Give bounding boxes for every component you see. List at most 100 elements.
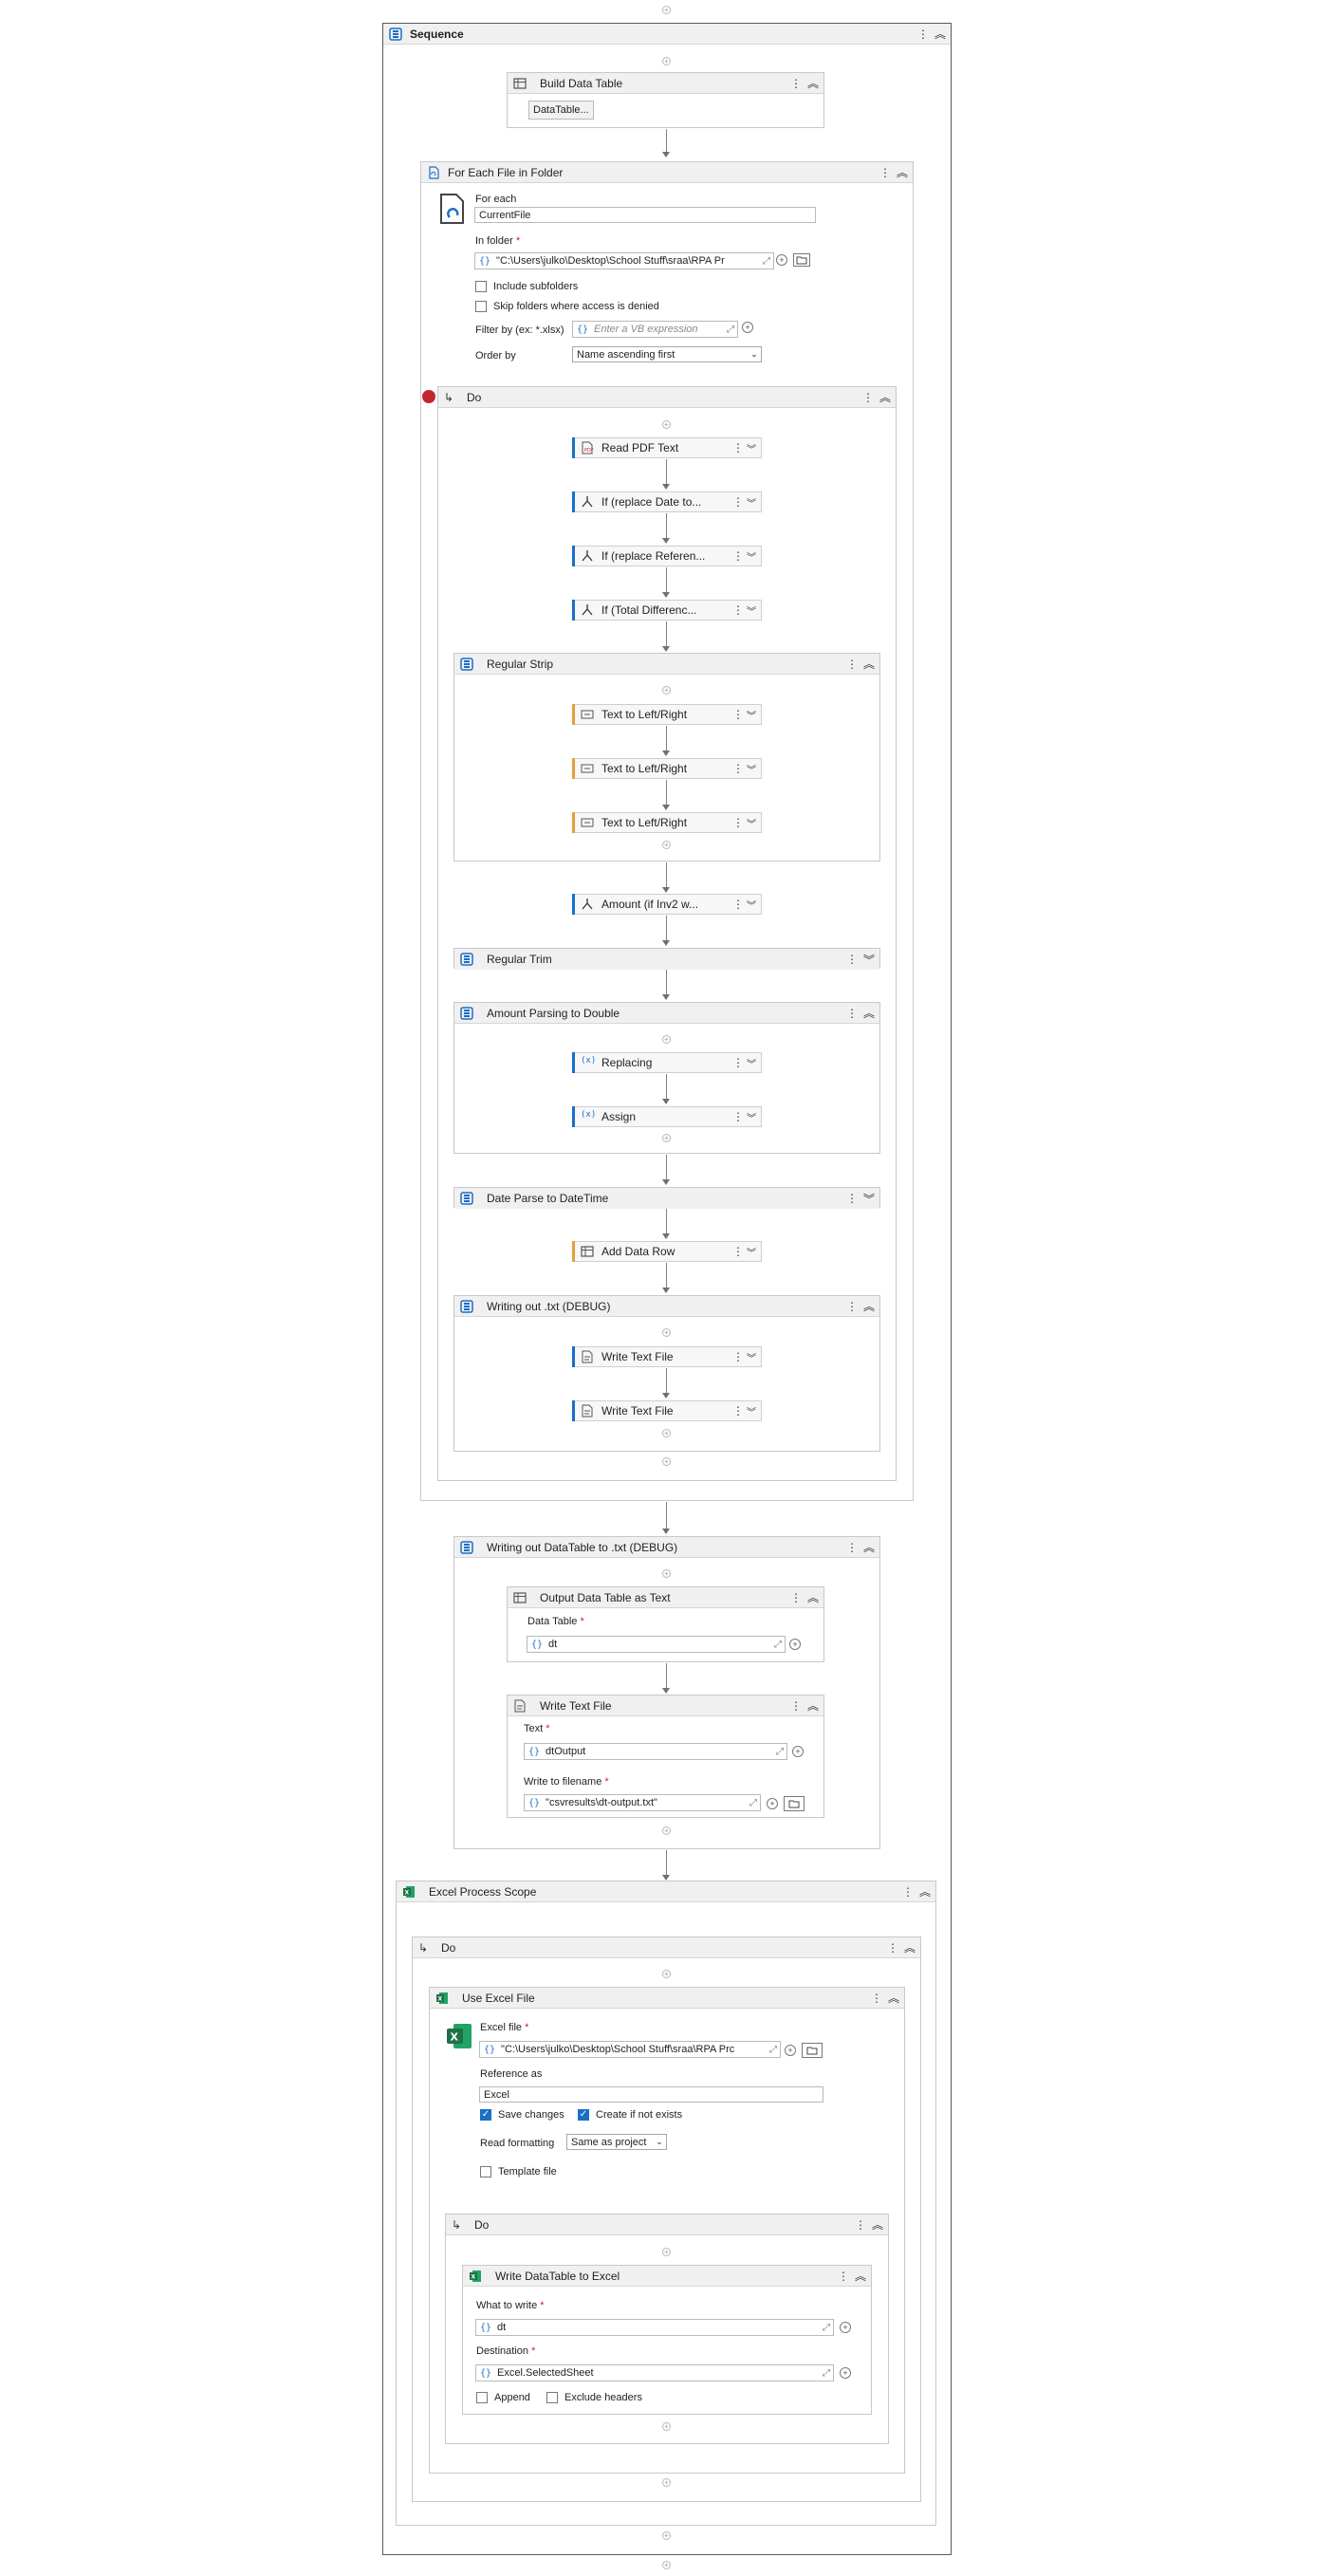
add-icon[interactable]: + [792, 1746, 804, 1757]
expand-icon[interactable]: ︾ [744, 1056, 759, 1070]
expand-icon[interactable]: ︾ [862, 952, 876, 967]
replacing-activity[interactable]: (x) Replacing ⋮ ︾ [572, 1052, 762, 1073]
add-icon[interactable]: + [776, 254, 787, 266]
collapse-icon[interactable]: ︽ [806, 1698, 820, 1714]
kebab-icon[interactable]: ⋮ [886, 1940, 899, 1955]
collapse-icon[interactable]: ︽ [862, 1299, 876, 1314]
add-activity[interactable]: + [662, 1826, 671, 1835]
filename-input[interactable]: {} "csvresults\dt-output.txt" ⤢ [524, 1794, 761, 1811]
if-replace-date-activity[interactable]: If (replace Date to... ⋮ ︾ [572, 491, 762, 512]
collapse-icon[interactable]: ︽ [806, 1590, 820, 1605]
assign-activity[interactable]: (x) Assign ⋮ ︾ [572, 1106, 762, 1127]
collapse-icon[interactable]: ︽ [918, 1884, 932, 1900]
expand-editor-icon[interactable]: ⤢ [771, 1640, 785, 1650]
expand-icon[interactable]: ︾ [744, 1110, 759, 1124]
kebab-icon[interactable]: ⋮ [732, 762, 744, 775]
text-to-left-right-activity[interactable]: Text to Left/Right ⋮ ︾ [572, 812, 762, 833]
expand-icon[interactable]: ︾ [862, 1191, 876, 1206]
append-checkbox[interactable] [476, 2392, 488, 2403]
read-formatting-dropdown[interactable]: Same as project ⌄ [566, 2134, 667, 2150]
collapse-icon[interactable]: ︽ [862, 1006, 876, 1021]
collapse-icon[interactable]: ︽ [862, 657, 876, 672]
add-activity[interactable]: + [662, 1457, 671, 1466]
add-activity-bottom[interactable]: + [662, 2561, 671, 2569]
if-total-difference-activity[interactable]: If (Total Differenc... ⋮ ︾ [572, 600, 762, 621]
add-icon[interactable]: + [767, 1798, 778, 1809]
sequence-collapse-icon[interactable]: ︽ [934, 27, 947, 42]
expand-editor-icon[interactable]: ⤢ [760, 256, 773, 267]
expand-icon[interactable]: ︾ [744, 1404, 759, 1418]
kebab-icon[interactable]: ⋮ [870, 1991, 883, 2006]
write-text-file-activity[interactable]: Write Text File ⋮ ︾ [572, 1400, 762, 1421]
add-activity[interactable]: + [662, 2248, 671, 2256]
kebab-icon[interactable]: ⋮ [789, 1590, 803, 1605]
add-activity[interactable]: + [662, 420, 671, 429]
folder-icon[interactable] [784, 1796, 805, 1811]
add-icon[interactable]: + [840, 2322, 851, 2333]
expand-icon[interactable]: ︾ [744, 1245, 759, 1259]
amount-if-activity[interactable]: Amount (if Inv2 w... ⋮ ︾ [572, 894, 762, 915]
folder-icon[interactable] [793, 253, 810, 267]
kebab-icon[interactable]: ⋮ [732, 495, 744, 509]
date-parse-sequence[interactable]: Date Parse to DateTime ⋮ ︾ [453, 1187, 880, 1209]
expand-icon[interactable]: ︾ [744, 1350, 759, 1364]
folder-icon[interactable] [802, 2043, 823, 2058]
sequence-menu-icon[interactable]: ⋮ [916, 27, 930, 42]
what-to-write-input[interactable]: {} dt ⤢ [475, 2319, 834, 2336]
collapse-icon[interactable]: ︽ [806, 76, 820, 91]
add-icon[interactable]: + [742, 322, 753, 333]
text-input[interactable]: {} dtOutput ⤢ [524, 1743, 787, 1760]
expand-editor-icon[interactable]: ⤢ [767, 2045, 780, 2055]
add-activity[interactable]: + [662, 2531, 671, 2540]
collapse-icon[interactable]: ︽ [879, 390, 892, 405]
read-pdf-text-activity[interactable]: PDF Read PDF Text ⋮ ︾ [572, 437, 762, 458]
text-to-left-right-activity[interactable]: Text to Left/Right ⋮ ︾ [572, 758, 762, 779]
expand-editor-icon[interactable]: ⤢ [724, 324, 737, 335]
inner-do-header[interactable]: ↳ Do ⋮ ︽ [446, 2215, 888, 2235]
reference-input[interactable]: Excel [479, 2086, 823, 2103]
sequence-header[interactable]: Sequence ⋮ ︽ [383, 24, 951, 45]
kebab-icon[interactable]: ⋮ [854, 2217, 867, 2233]
expand-icon[interactable]: ︾ [744, 816, 759, 830]
kebab-icon[interactable]: ⋮ [732, 1404, 744, 1418]
collapse-icon[interactable]: ︽ [862, 1540, 876, 1555]
kebab-icon[interactable]: ⋮ [732, 441, 744, 454]
exclude-headers-checkbox[interactable] [546, 2392, 558, 2403]
breakpoint-icon[interactable] [422, 390, 435, 403]
add-activity-top[interactable]: + [662, 6, 671, 14]
kebab-icon[interactable]: ⋮ [837, 2269, 850, 2284]
expand-icon[interactable]: ︾ [744, 549, 759, 564]
add-activity[interactable]: + [662, 1134, 671, 1142]
add-activity[interactable]: + [662, 57, 671, 65]
expand-editor-icon[interactable]: ⤢ [820, 2323, 833, 2333]
add-icon[interactable]: + [840, 2367, 851, 2379]
if-replace-reference-activity[interactable]: If (replace Referen... ⋮ ︾ [572, 546, 762, 566]
template-file-checkbox[interactable] [480, 2166, 491, 2178]
expand-editor-icon[interactable]: ⤢ [773, 1747, 786, 1757]
regular-trim-sequence[interactable]: Regular Trim ⋮ ︾ [453, 948, 880, 970]
expand-icon[interactable]: ︾ [744, 898, 759, 912]
kebab-icon[interactable]: ⋮ [732, 1245, 744, 1258]
add-activity[interactable]: + [662, 1429, 671, 1437]
collapse-icon[interactable]: ︽ [887, 1991, 900, 2006]
add-activity[interactable]: + [662, 686, 671, 695]
expand-icon[interactable]: ︾ [744, 441, 759, 455]
kebab-icon[interactable]: ⋮ [845, 657, 859, 672]
kebab-icon[interactable]: ⋮ [732, 898, 744, 911]
collapse-icon[interactable]: ︽ [896, 165, 909, 180]
in-folder-input[interactable]: {} "C:\Users\julko\Desktop\School Stuff\s… [474, 252, 774, 269]
create-if-not-exists-checkbox[interactable]: ✓ [578, 2109, 589, 2121]
add-data-row-activity[interactable]: Add Data Row ⋮ ︾ [572, 1241, 762, 1262]
amount-parsing-header[interactable]: Amount Parsing to Double ⋮ ︽ [454, 1003, 879, 1024]
filter-input[interactable]: {} Enter a VB expression ⤢ [572, 321, 738, 338]
excel-scope-header[interactable]: X Excel Process Scope ⋮ ︽ [397, 1881, 935, 1902]
kebab-icon[interactable]: ⋮ [845, 1299, 859, 1314]
do-header[interactable]: ↳ Do ⋮ ︽ [438, 387, 896, 408]
skip-folders-checkbox[interactable] [475, 301, 487, 312]
build-data-table[interactable]: Build Data Table ⋮ ︽ DataTable... [507, 72, 824, 128]
expand-icon[interactable]: ︾ [744, 762, 759, 776]
add-icon[interactable]: + [789, 1639, 801, 1650]
datatable-button[interactable]: DataTable... [528, 101, 594, 120]
kebab-icon[interactable]: ⋮ [901, 1884, 915, 1900]
add-activity[interactable]: + [662, 1328, 671, 1337]
